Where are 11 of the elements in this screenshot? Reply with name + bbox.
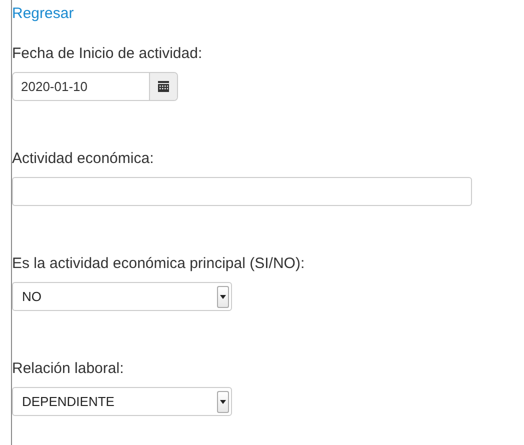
field-label: Fecha de Inicio de actividad:	[12, 44, 202, 64]
dropdown[interactable]: DEPENDIENTE	[12, 387, 232, 416]
back-link[interactable]: Regresar	[12, 4, 74, 24]
field-label: Es la actividad económica principal (SI/NO):	[12, 254, 305, 274]
field-label: Actividad económica:	[12, 149, 154, 169]
dropdown[interactable]: NO	[12, 282, 232, 311]
calendar-icon	[158, 81, 169, 92]
field-label: Relación laboral:	[12, 359, 124, 379]
text-field[interactable]	[12, 177, 472, 206]
date-field[interactable]: 2020-01-10	[12, 72, 178, 101]
calendar-button[interactable]	[149, 73, 177, 100]
